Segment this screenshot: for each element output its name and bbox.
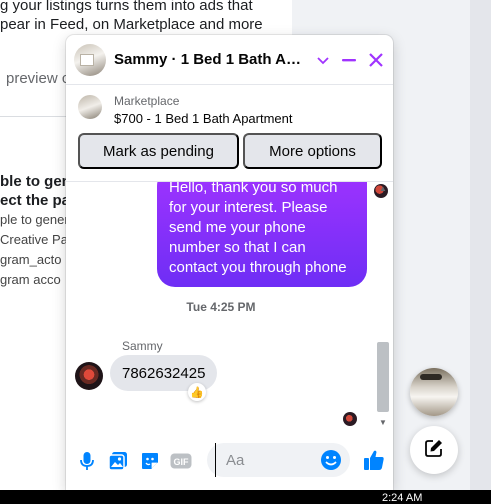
emoji-icon[interactable] bbox=[320, 449, 342, 471]
conversation-avatar[interactable] bbox=[74, 43, 106, 76]
message-timestamp: Tue 4:25 PM bbox=[186, 300, 256, 314]
chat-header[interactable]: Sammy · 1 Bed 1 Bath Apartment bbox=[66, 35, 393, 85]
svg-text:GIF: GIF bbox=[174, 457, 190, 467]
background-text-line: ple to gener bbox=[0, 212, 69, 227]
background-heading-line: ect the pa bbox=[0, 192, 71, 209]
thumbs-up-icon[interactable] bbox=[362, 448, 386, 472]
message-input-wrapper[interactable] bbox=[207, 443, 350, 477]
new-message-button[interactable] bbox=[410, 426, 458, 474]
scroll-up-arrow[interactable]: ▲ bbox=[379, 184, 387, 193]
message-composer: GIF bbox=[66, 434, 393, 490]
marketplace-listing-banner: Marketplace $700 - 1 Bed 1 Bath Apartmen… bbox=[66, 85, 393, 182]
chevron-down-icon[interactable] bbox=[311, 48, 335, 72]
outgoing-message[interactable]: Hello, thank you so much for your intere… bbox=[157, 182, 367, 287]
chat-title[interactable]: Sammy · 1 Bed 1 Bath Apartment bbox=[114, 51, 310, 68]
sender-name: Sammy bbox=[122, 339, 163, 353]
listing-thumbnail[interactable] bbox=[78, 95, 102, 119]
background-text-line: Creative Par bbox=[0, 232, 73, 247]
message-scrollbar[interactable]: ▲ ▼ bbox=[377, 182, 389, 434]
close-icon[interactable] bbox=[364, 48, 388, 72]
background-text-line: preview c bbox=[6, 70, 70, 87]
background-text-line: gram_acto bbox=[0, 252, 62, 267]
message-input[interactable] bbox=[215, 443, 315, 477]
scroll-down-arrow[interactable]: ▼ bbox=[379, 418, 387, 427]
seen-avatar bbox=[343, 412, 357, 426]
minimize-icon[interactable] bbox=[337, 48, 361, 72]
mark-as-pending-button[interactable]: Mark as pending bbox=[78, 133, 239, 169]
background-text-line: g your listings turns them into ads that bbox=[0, 0, 253, 14]
page-scrollbar[interactable] bbox=[470, 0, 491, 490]
listing-source: Marketplace bbox=[114, 94, 180, 108]
sticker-icon[interactable] bbox=[139, 450, 161, 472]
background-text-line: gram acco bbox=[0, 272, 61, 287]
scrollbar-thumb[interactable] bbox=[377, 342, 389, 412]
sender-avatar[interactable] bbox=[75, 362, 103, 390]
gif-icon[interactable]: GIF bbox=[170, 450, 192, 472]
thumbs-up-reaction: 👍 bbox=[190, 386, 204, 399]
minimized-chat-avatar[interactable] bbox=[410, 368, 458, 416]
chat-window: Sammy · 1 Bed 1 Bath Apartment Marketpla… bbox=[66, 35, 393, 490]
microphone-icon[interactable] bbox=[76, 450, 98, 472]
listing-title[interactable]: $700 - 1 Bed 1 Bath Apartment bbox=[114, 111, 293, 126]
taskbar-clock[interactable]: 2:24 AM bbox=[382, 490, 422, 504]
background-text-line: pear in Feed, on Marketplace and more bbox=[0, 16, 263, 33]
taskbar: 2:24 AM bbox=[0, 490, 491, 504]
message-list: Hello, thank you so much for your intere… bbox=[66, 182, 393, 434]
reaction-badge[interactable]: 👍 bbox=[188, 383, 206, 401]
more-options-button[interactable]: More options bbox=[243, 133, 382, 169]
photo-icon[interactable] bbox=[107, 450, 129, 472]
new-message-icon bbox=[424, 438, 444, 463]
background-heading-line: ble to gen bbox=[0, 173, 71, 190]
